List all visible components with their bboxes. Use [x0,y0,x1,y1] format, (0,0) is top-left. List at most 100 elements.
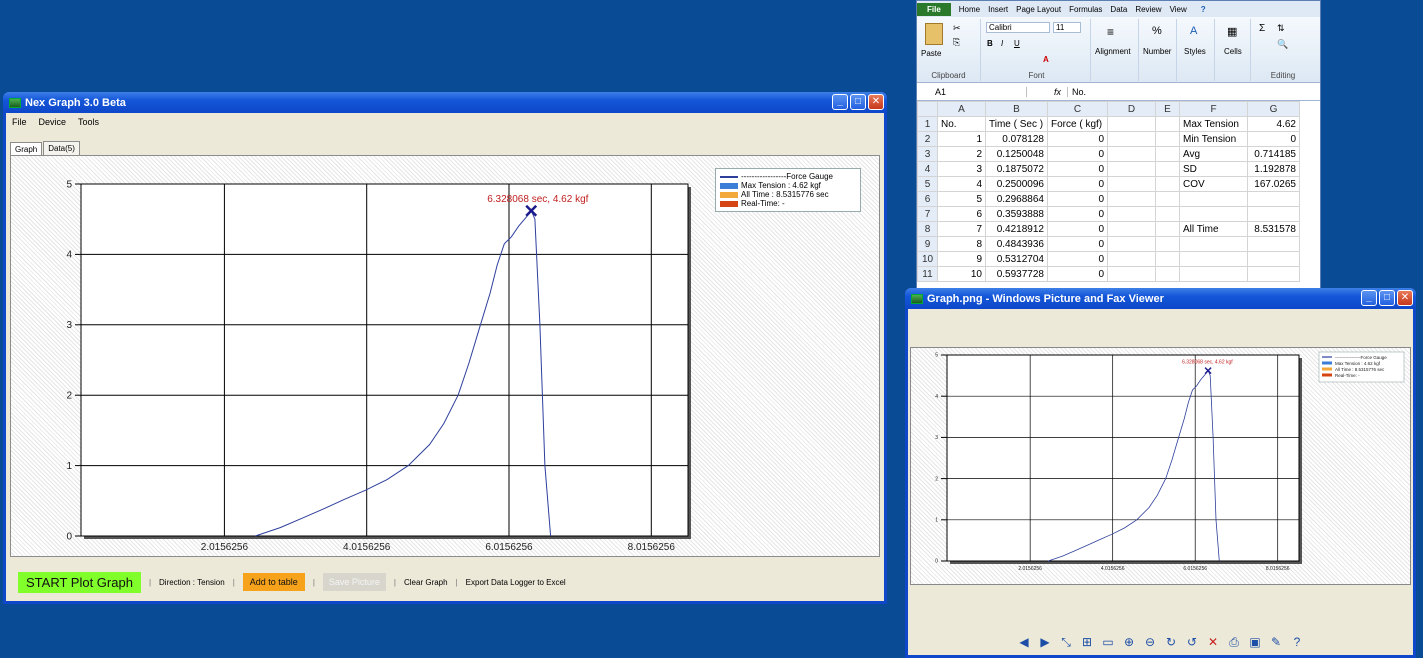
ribbon-tab-data[interactable]: Data [1110,5,1127,14]
tab-data[interactable]: Data(5) [43,141,80,155]
sheet-cell[interactable] [1155,221,1180,237]
direction-label[interactable]: Direction : Tension [159,578,225,587]
name-box[interactable]: A1 [917,86,1027,97]
menu-device[interactable]: Device [39,117,67,127]
sheet-cell[interactable] [1107,116,1156,132]
sheet-cell[interactable]: 1.192878 [1247,161,1300,177]
sheet-cell[interactable] [1155,131,1180,147]
sheet-cell[interactable]: 0.4218912 [985,221,1048,237]
sheet-cell[interactable] [1155,251,1180,267]
paste-button[interactable]: Paste [921,49,941,58]
paste-icon[interactable] [925,23,943,45]
sheet-cell[interactable]: COV [1179,176,1248,192]
ribbon-tab-file[interactable]: File [917,2,951,16]
cut-icon[interactable]: ✂ [953,23,961,34]
sheet-cell[interactable]: 0.3593888 [985,206,1048,222]
previous-image-icon[interactable]: ◀ [1017,635,1031,649]
sheet-cell[interactable]: 0 [1247,131,1300,147]
menu-file[interactable]: File [12,117,27,127]
sheet-cell[interactable]: 4.62 [1247,116,1300,132]
sheet-cell[interactable]: 0 [1047,221,1108,237]
row-header[interactable]: 1 [917,116,938,132]
ribbon-tab-home[interactable]: Home [959,5,980,14]
sort-filter-icon[interactable]: ⇅ [1277,23,1285,34]
sheet-cell[interactable]: 0.2968864 [985,191,1048,207]
row-header[interactable]: 4 [917,161,938,177]
menu-tools[interactable]: Tools [78,117,99,127]
sheet-cell[interactable]: 0.1250048 [985,146,1048,162]
sheet-cell[interactable]: 0.5937728 [985,266,1048,282]
column-header-b[interactable]: B [985,101,1048,117]
sheet-cell[interactable] [1107,176,1156,192]
start-plot-button[interactable]: START Plot Graph [18,571,141,593]
sheet-cell[interactable]: 6 [937,206,986,222]
sheet-cell[interactable] [1179,206,1248,222]
sheet-cell[interactable]: Time ( Sec ) [985,116,1048,132]
sheet-cell[interactable] [1247,251,1300,267]
sheet-cell[interactable] [1155,146,1180,162]
sheet-cell[interactable] [1155,191,1180,207]
row-header[interactable]: 5 [917,176,938,192]
bold-icon[interactable]: B [987,39,993,48]
sheet-cell[interactable]: 7 [937,221,986,237]
viewer-maximize-button[interactable]: □ [1379,290,1395,306]
viewer-close-button[interactable]: ✕ [1397,290,1413,306]
sheet-cell[interactable]: 0 [1047,236,1108,252]
zoom-out-icon[interactable]: ⊖ [1143,635,1157,649]
column-header-a[interactable]: A [937,101,986,117]
tab-graph[interactable]: Graph [10,142,43,156]
nex-titlebar[interactable]: Nex Graph 3.0 Beta _ □ ✕ [3,92,887,113]
sheet-cell[interactable] [1107,206,1156,222]
sheet-cell[interactable] [1179,191,1248,207]
sheet-cell[interactable] [1155,236,1180,252]
add-to-table-button[interactable]: Add to table [242,573,305,591]
sheet-cell[interactable]: 0 [1047,176,1108,192]
sheet-cell[interactable] [1247,236,1300,252]
sheet-cell[interactable]: 0 [1047,131,1108,147]
sheet-cell[interactable]: 4 [937,176,986,192]
column-header-e[interactable]: E [1155,101,1180,117]
print-icon[interactable]: ⎙ [1227,635,1241,649]
ribbon-tab-insert[interactable]: Insert [988,5,1008,14]
sheet-cell[interactable]: 0 [1047,206,1108,222]
sheet-cell[interactable]: 0.714185 [1247,146,1300,162]
viewer-titlebar[interactable]: Graph.png - Windows Picture and Fax View… [905,288,1416,309]
sheet-cell[interactable] [1155,266,1180,282]
sheet-cell[interactable] [1179,266,1248,282]
sheet-cell[interactable] [1179,236,1248,252]
group-cells[interactable]: ▦ Cells [1217,19,1251,81]
sheet-cell[interactable]: 10 [937,266,986,282]
row-header[interactable]: 3 [917,146,938,162]
column-header-f[interactable]: F [1179,101,1248,117]
sheet-cell[interactable] [1155,176,1180,192]
delete-icon[interactable]: ✕ [1206,635,1220,649]
ribbon-tab-formulas[interactable]: Formulas [1069,5,1102,14]
sheet-cell[interactable]: 0.4843936 [985,236,1048,252]
sheet-cell[interactable]: 0 [1047,251,1108,267]
sheet-cell[interactable]: 0.5312704 [985,251,1048,267]
save-icon[interactable]: ▣ [1248,635,1262,649]
actual-size-icon[interactable]: ⊞ [1080,635,1094,649]
sheet-cell[interactable] [1107,266,1156,282]
sheet-cell[interactable]: 0.078128 [985,131,1048,147]
sheet-cell[interactable]: Max Tension [1179,116,1248,132]
column-header-d[interactable]: D [1107,101,1156,117]
sheet-cell[interactable] [1155,116,1180,132]
help-icon[interactable]: ? [1290,635,1304,649]
sheet-cell[interactable] [1179,251,1248,267]
group-styles[interactable]: A Styles [1179,19,1215,81]
row-header[interactable]: 9 [917,236,938,252]
slideshow-icon[interactable]: ▭ [1101,635,1115,649]
save-picture-button[interactable]: Save Picture [322,573,386,591]
row-header[interactable]: 2 [917,131,938,147]
sheet-cell[interactable] [1155,206,1180,222]
sheet-cell[interactable]: 8 [937,236,986,252]
sheet-cell[interactable]: 0.2500096 [985,176,1048,192]
spreadsheet-grid[interactable]: A B C D E F G 1 No. Time ( Sec ) Force ( kg… [917,101,1300,282]
sheet-cell[interactable]: 2 [937,146,986,162]
close-button[interactable]: ✕ [868,94,884,110]
font-color-icon[interactable]: A [1043,55,1049,64]
copy-icon[interactable]: ⎘ [953,37,960,48]
find-select-icon[interactable]: 🔍 [1277,39,1288,50]
sheet-cell[interactable]: 0.1875072 [985,161,1048,177]
